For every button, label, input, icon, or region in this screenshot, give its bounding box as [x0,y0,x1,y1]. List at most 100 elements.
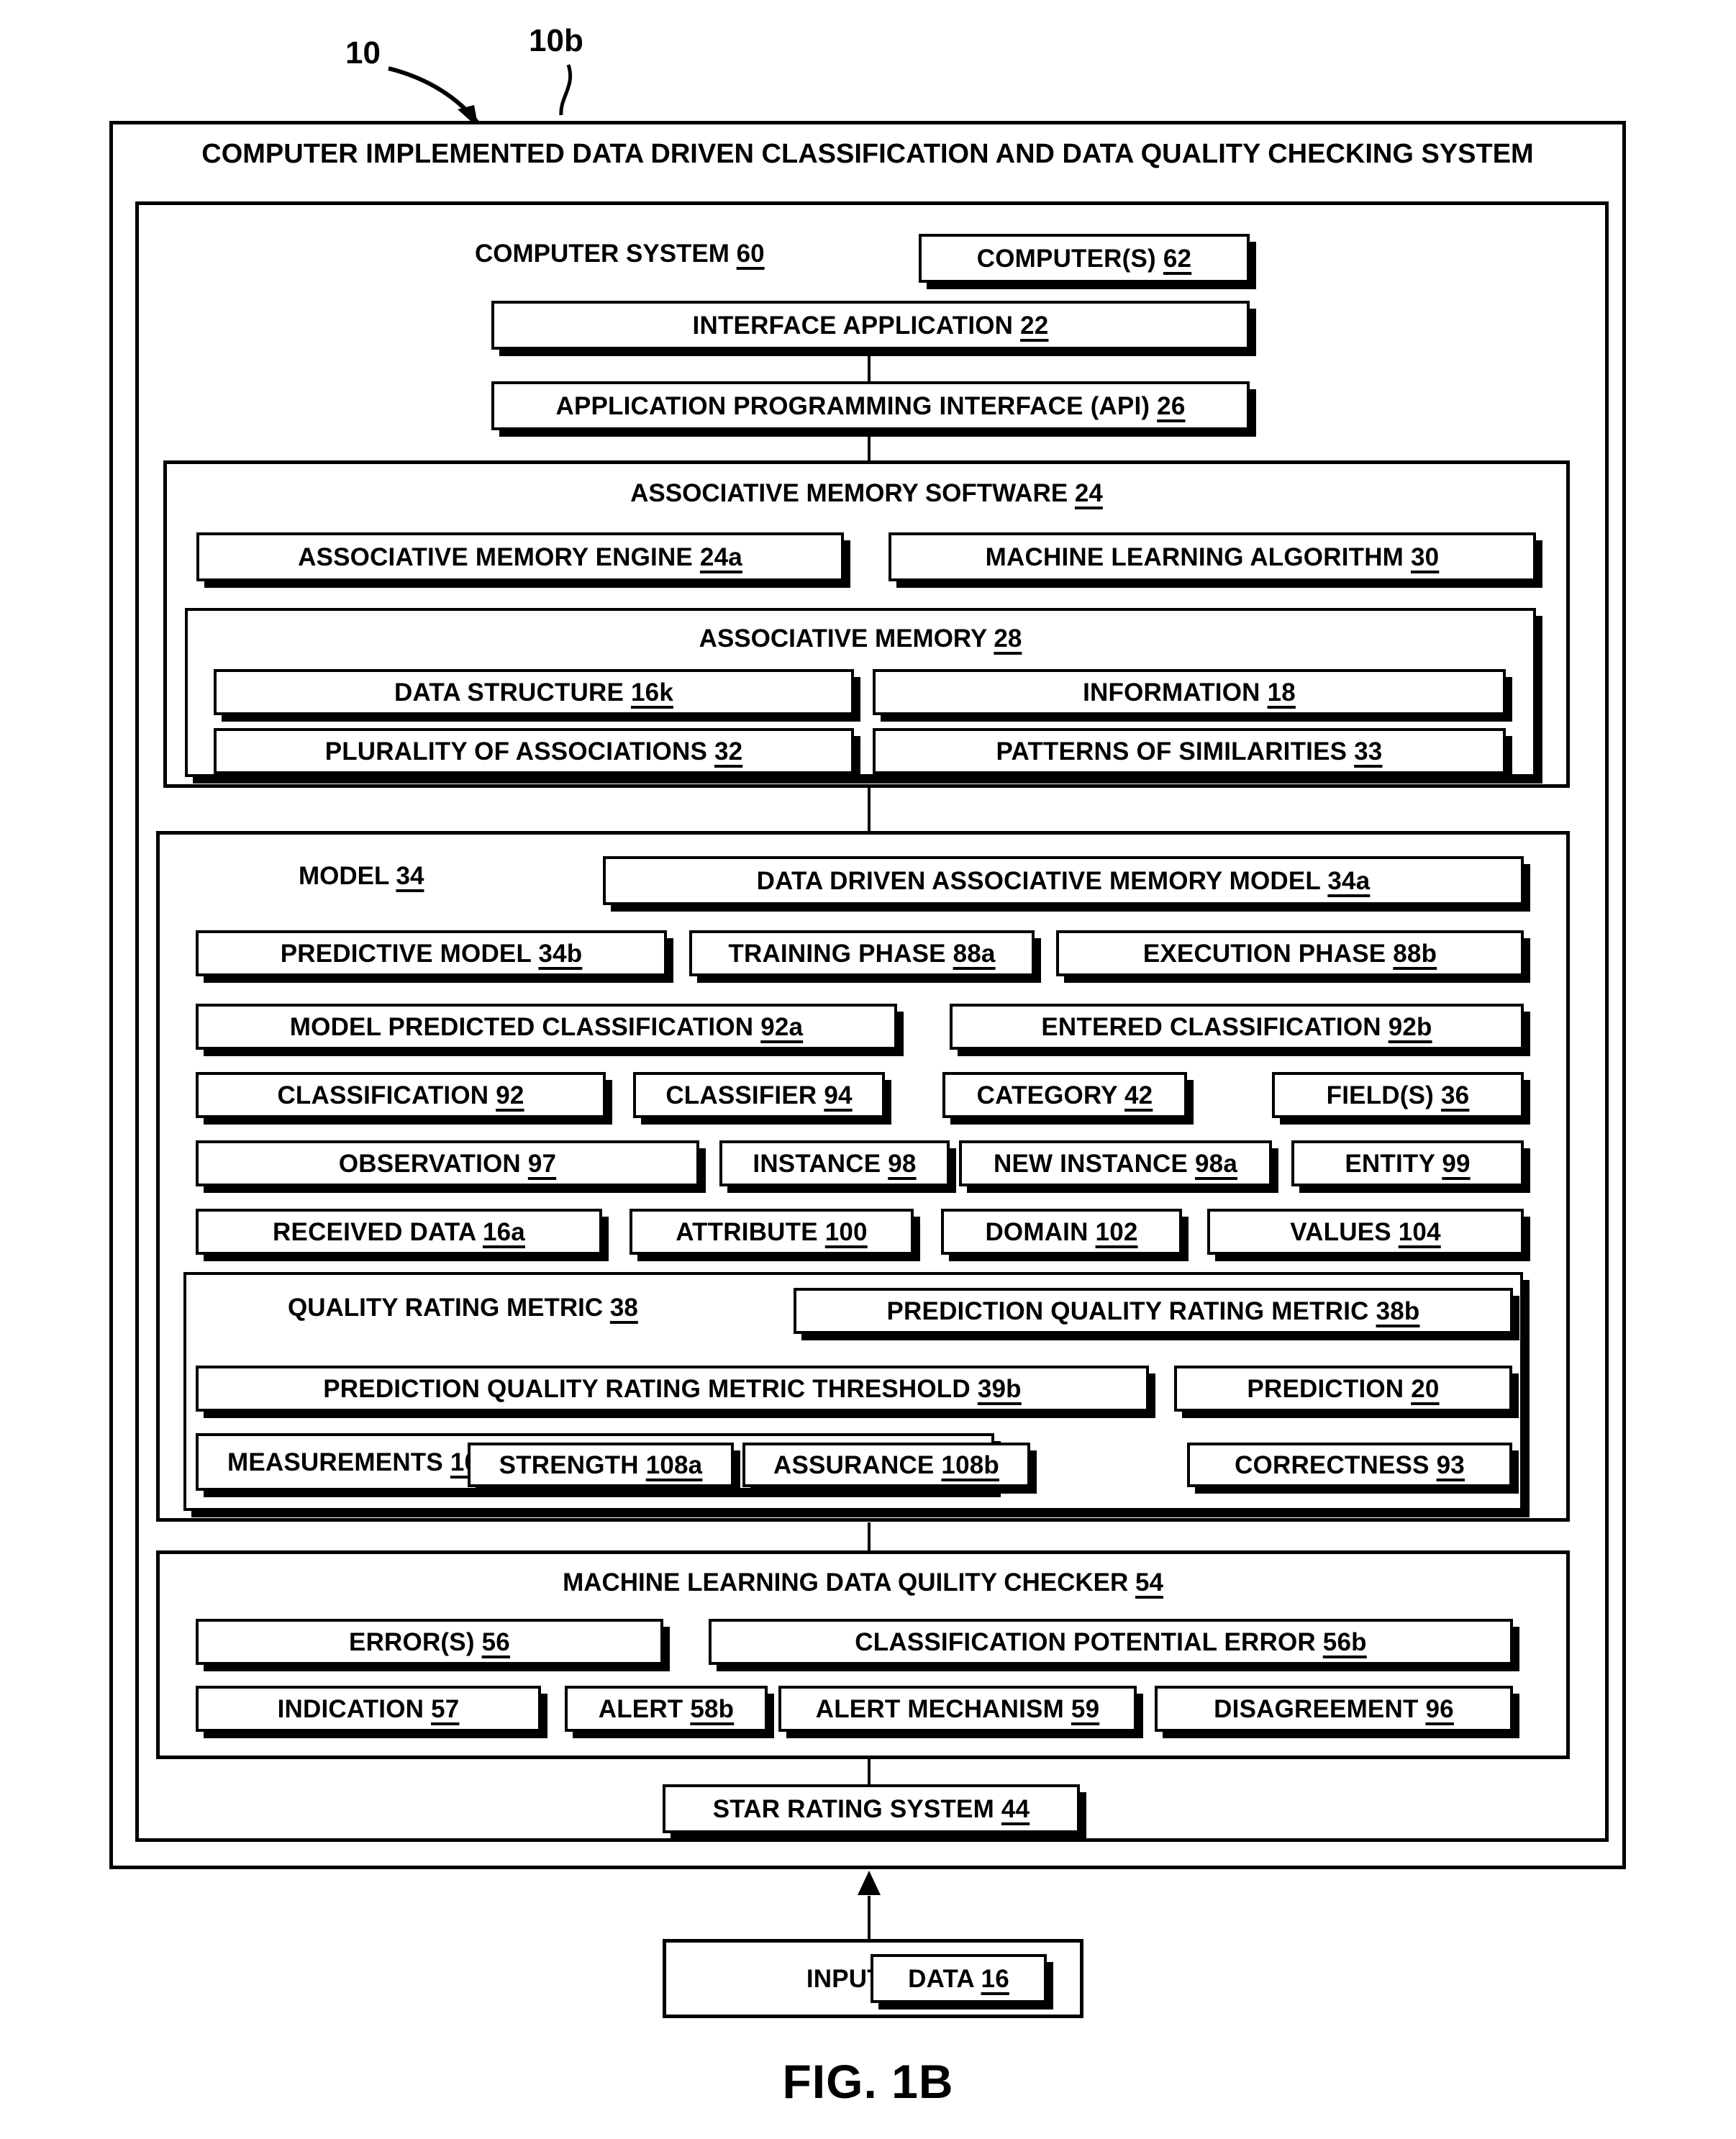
associative-memory-caption-num: 28 [994,625,1022,653]
classification-potential-error-box[interactable]: CLASSIFICATION POTENTIAL ERROR 56b [709,1619,1513,1665]
outer-system-title: COMPUTER IMPLEMENTED DATA DRIVEN CLASSIF… [109,140,1626,168]
entered-classification-label: ENTERED CLASSIFICATION 92b [1041,1012,1432,1041]
information-box[interactable]: INFORMATION 18 [873,669,1506,715]
data-box[interactable]: DATA 16 [871,1954,1047,2003]
received-data-box[interactable]: RECEIVED DATA 16a [196,1209,602,1255]
quality-rating-metric-caption: QUALITY RATING METRIC 38 [288,1295,638,1320]
information-label: INFORMATION 18 [1083,678,1296,707]
ams-caption-num: 24 [1074,479,1103,507]
correctness-label: CORRECTNESS 93 [1235,1450,1465,1479]
prediction-quality-rating-metric-label: PREDICTION QUALITY RATING METRIC 38b [886,1296,1420,1325]
correctness-box[interactable]: CORRECTNESS 93 [1187,1443,1512,1487]
star-rating-system-box[interactable]: STAR RATING SYSTEM 44 [663,1784,1080,1833]
alert-box[interactable]: ALERT 58b [565,1686,768,1732]
predictive-model-box[interactable]: PREDICTIVE MODEL 34b [196,930,667,976]
observation-label: OBSERVATION 97 [338,1149,557,1178]
callout-10: 10 [345,35,381,71]
api-box[interactable]: APPLICATION PROGRAMMING INTERFACE (API) … [491,381,1250,430]
predictive-model-label: PREDICTIVE MODEL 34b [280,939,583,968]
connector-checker-to-star-rating [868,1759,871,1788]
training-phase-box[interactable]: TRAINING PHASE 88a [689,930,1035,976]
connector-input-to-system [868,1896,871,1939]
patterns-of-similarities-box[interactable]: PATTERNS OF SIMILARITIES 33 [873,728,1506,774]
fields-box[interactable]: FIELD(S) 36 [1272,1072,1524,1118]
new-instance-label: NEW INSTANCE 98a [993,1149,1238,1178]
star-rating-system-label: STAR RATING SYSTEM 44 [712,1794,1030,1823]
computer-system-caption: COMPUTER SYSTEM 60 [475,241,765,266]
model-caption-num: 34 [396,862,424,890]
new-instance-box[interactable]: NEW INSTANCE 98a [959,1140,1272,1186]
data-structure-label: DATA STRUCTURE 16k [394,678,673,707]
plurality-of-associations-box[interactable]: PLURALITY OF ASSOCIATIONS 32 [214,728,854,774]
fields-label: FIELD(S) 36 [1326,1081,1470,1109]
classification-label: CLASSIFICATION 92 [277,1081,524,1109]
data-structure-box[interactable]: DATA STRUCTURE 16k [214,669,854,715]
computers-box[interactable]: COMPUTER(S) 62 [919,234,1250,283]
strength-label: STRENGTH 108a [499,1450,703,1479]
data-label: DATA 16 [908,1964,1009,1993]
assurance-label: ASSURANCE 108b [773,1450,999,1479]
data-quality-checker-caption: MACHINE LEARNING DATA QUILITY CHECKER 54 [156,1570,1570,1595]
qrm-caption-num: 38 [609,1294,638,1322]
model-predicted-classification-box[interactable]: MODEL PREDICTED CLASSIFICATION 92a [196,1004,897,1050]
domain-label: DOMAIN 102 [985,1217,1138,1246]
values-label: VALUES 104 [1290,1217,1441,1246]
computer-system-caption-label: COMPUTER SYSTEM [475,240,730,268]
alert-mechanism-box[interactable]: ALERT MECHANISM 59 [778,1686,1137,1732]
entity-box[interactable]: ENTITY 99 [1291,1140,1524,1186]
prediction-label: PREDICTION 20 [1247,1374,1440,1403]
prediction-quality-rating-metric-threshold-label: PREDICTION QUALITY RATING METRIC THRESHO… [323,1374,1022,1403]
dqc-caption-num: 54 [1135,1568,1163,1597]
attribute-box[interactable]: ATTRIBUTE 100 [630,1209,914,1255]
values-box[interactable]: VALUES 104 [1207,1209,1524,1255]
alert-label: ALERT 58b [598,1694,735,1723]
plurality-of-associations-label: PLURALITY OF ASSOCIATIONS 32 [324,737,743,766]
domain-box[interactable]: DOMAIN 102 [941,1209,1182,1255]
instance-label: INSTANCE 98 [753,1149,917,1178]
data-driven-model-box[interactable]: DATA DRIVEN ASSOCIATIVE MEMORY MODEL 34a [603,856,1524,905]
category-label: CATEGORY 42 [976,1081,1153,1109]
category-box[interactable]: CATEGORY 42 [942,1072,1187,1118]
errors-box[interactable]: ERROR(S) 56 [196,1619,663,1665]
figure-label: FIG. 1B [782,2055,954,2108]
connector-interface-to-api [868,350,871,383]
input-arrow-icon [858,1871,881,1895]
api-label: APPLICATION PROGRAMMING INTERFACE (API) … [555,391,1186,420]
execution-phase-label: EXECUTION PHASE 88b [1142,939,1437,968]
received-data-label: RECEIVED DATA 16a [273,1217,525,1246]
prediction-quality-rating-metric-threshold-box[interactable]: PREDICTION QUALITY RATING METRIC THRESHO… [196,1366,1149,1412]
measurements-label: MEASUREMENTS 108 [227,1448,493,1476]
associative-memory-engine-box[interactable]: ASSOCIATIVE MEMORY ENGINE 24a [196,532,844,581]
ams-caption-label: ASSOCIATIVE MEMORY SOFTWARE [630,479,1068,507]
classifier-box[interactable]: CLASSIFIER 94 [633,1072,885,1118]
prediction-box[interactable]: PREDICTION 20 [1174,1366,1512,1412]
classification-box[interactable]: CLASSIFICATION 92 [196,1072,606,1118]
classifier-label: CLASSIFIER 94 [665,1081,853,1109]
indication-label: INDICATION 57 [277,1694,460,1723]
machine-learning-algorithm-box[interactable]: MACHINE LEARNING ALGORITHM 30 [889,532,1536,581]
associative-memory-engine-label: ASSOCIATIVE MEMORY ENGINE 24a [298,542,742,571]
instance-box[interactable]: INSTANCE 98 [719,1140,950,1186]
prediction-quality-rating-metric-box[interactable]: PREDICTION QUALITY RATING METRIC 38b [794,1288,1513,1334]
observation-box[interactable]: OBSERVATION 97 [196,1140,699,1186]
indication-box[interactable]: INDICATION 57 [196,1686,541,1732]
classification-potential-error-label: CLASSIFICATION POTENTIAL ERROR 56b [855,1627,1367,1656]
execution-phase-box[interactable]: EXECUTION PHASE 88b [1056,930,1524,976]
interface-application-box[interactable]: INTERFACE APPLICATION 22 [491,301,1250,350]
connector-ams-to-model [868,788,871,832]
interface-application-label: INTERFACE APPLICATION 22 [692,311,1049,340]
strength-box[interactable]: STRENGTH 108a [468,1443,734,1487]
computer-system-caption-num: 60 [736,240,765,268]
model-caption: MODEL 34 [299,863,424,889]
entity-label: ENTITY 99 [1345,1149,1471,1178]
assurance-box[interactable]: ASSURANCE 108b [742,1443,1030,1487]
computers-label: COMPUTER(S) 62 [976,244,1192,273]
entered-classification-box[interactable]: ENTERED CLASSIFICATION 92b [950,1004,1524,1050]
associative-memory-caption-label: ASSOCIATIVE MEMORY [699,625,987,653]
patterns-of-similarities-label: PATTERNS OF SIMILARITIES 33 [996,737,1383,766]
connector-model-to-checker [868,1522,871,1551]
callout-10b: 10b [529,23,583,58]
model-predicted-classification-label: MODEL PREDICTED CLASSIFICATION 92a [289,1012,804,1041]
disagreement-box[interactable]: DISAGREEMENT 96 [1155,1686,1513,1732]
associative-memory-caption: ASSOCIATIVE MEMORY 28 [185,626,1536,651]
